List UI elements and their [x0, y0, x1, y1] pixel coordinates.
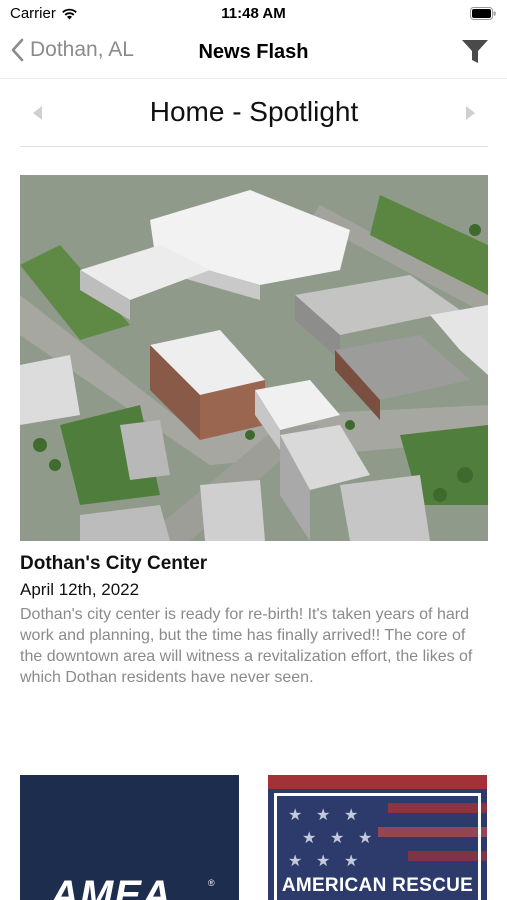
triangle-right-icon — [466, 106, 475, 120]
navigation-bar: Dothan, AL News Flash — [0, 28, 507, 79]
next-section-button[interactable] — [465, 106, 475, 125]
page-title: News Flash — [198, 41, 309, 63]
article-date: April 12th, 2022 — [20, 580, 140, 599]
section-selector: Home - Spotlight — [20, 80, 488, 147]
section-label: Home - Spotlight — [149, 96, 359, 127]
filter-icon — [462, 40, 488, 63]
amea-news-tile[interactable]: AMEA ® — [20, 775, 239, 900]
amea-logo: AMEA — [50, 873, 172, 900]
article-summary: Dothan's city center is ready for re-bir… — [20, 606, 473, 686]
filter-button[interactable] — [461, 39, 489, 70]
article-image[interactable] — [20, 175, 488, 541]
registered-mark: ® — [208, 878, 215, 888]
american-rescue-tile[interactable]: ★ ★ ★ ★ ★ ★ ★ ★ ★ AMERICAN RESCUE — [268, 775, 487, 900]
tile-caption: AMERICAN RESCUE — [281, 875, 474, 896]
article-title[interactable]: Dothan's City Center — [20, 553, 207, 575]
clock: 11:48 AM — [221, 5, 286, 22]
status-bar: Carrier 11:48 AM — [0, 0, 507, 28]
battery-icon — [470, 7, 497, 25]
